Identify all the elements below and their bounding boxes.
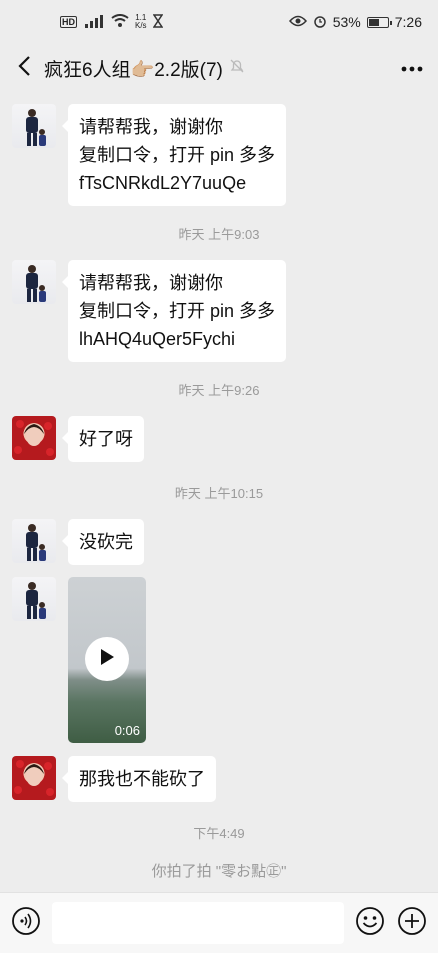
avatar-man[interactable] bbox=[12, 519, 56, 563]
message-bubble[interactable]: 好了呀 bbox=[62, 416, 144, 462]
more-button[interactable] bbox=[396, 54, 428, 82]
message-line: 请帮帮我，谢谢你 bbox=[79, 117, 223, 137]
message-line: 没砍完 bbox=[79, 532, 133, 552]
voice-icon bbox=[11, 906, 41, 941]
wifi-icon bbox=[111, 13, 129, 31]
chevron-left-icon bbox=[17, 55, 31, 82]
avatar-woman[interactable] bbox=[12, 416, 56, 460]
message-bubble[interactable]: 那我也不能砍了 bbox=[62, 756, 216, 802]
message-line: 请帮帮我，谢谢你 bbox=[79, 273, 223, 293]
message-line: lhAHQ4uQer5Fychi bbox=[79, 329, 236, 349]
message-line: 复制口令，打开 pin 多多 bbox=[79, 145, 276, 165]
timestamp: 下午4:49 bbox=[193, 826, 245, 841]
status-bar: HD 1.1 K/s 53% 7:26 bbox=[0, 0, 438, 44]
message-bubble[interactable]: 请帮帮我，谢谢你 复制口令，打开 pin 多多 lhAHQ4uQer5Fychi bbox=[61, 260, 287, 362]
hd-icon: HD bbox=[60, 16, 77, 28]
network-speed: 1.1 K/s bbox=[135, 14, 147, 30]
chat-title-text: 疯狂6人组👉🏼2.2版(7) bbox=[44, 59, 223, 81]
chat-area[interactable]: 请帮帮我，谢谢你 复制口令，打开 pin 多多 fTsCNRkdL2Y7uuQe… bbox=[0, 92, 438, 892]
video-duration: 0:06 bbox=[114, 723, 140, 738]
timestamp: 昨天 上午9:26 bbox=[178, 383, 260, 398]
avatar-man[interactable] bbox=[12, 577, 56, 621]
timestamp: 昨天 上午10:15 bbox=[174, 486, 264, 501]
voice-button[interactable] bbox=[10, 906, 42, 941]
input-bar bbox=[0, 892, 438, 953]
back-button[interactable] bbox=[10, 54, 38, 82]
message-line: 复制口令，打开 pin 多多 bbox=[79, 301, 276, 321]
message-input[interactable] bbox=[52, 902, 344, 944]
message-bubble[interactable]: 请帮帮我，谢谢你 复制口令，打开 pin 多多 fTsCNRkdL2Y7uuQe bbox=[61, 104, 287, 206]
plus-circle-icon bbox=[397, 906, 427, 941]
status-left: HD 1.1 K/s bbox=[60, 14, 163, 31]
message-line: fTsCNRkdL2Y7uuQe bbox=[79, 173, 247, 193]
speed-unit: K/s bbox=[135, 21, 147, 30]
chat-header: 疯狂6人组👉🏼2.2版(7) bbox=[0, 44, 438, 92]
battery-percent: 53% bbox=[332, 14, 361, 30]
avatar-man[interactable] bbox=[12, 104, 56, 148]
status-right: 53% 7:26 bbox=[288, 14, 422, 31]
eye-icon bbox=[288, 14, 307, 30]
system-message: 你拍了拍 "零お點㊣" bbox=[151, 863, 287, 880]
emoji-icon bbox=[355, 906, 385, 941]
play-icon bbox=[99, 648, 115, 671]
message-bubble[interactable]: 没砍完 bbox=[62, 519, 144, 565]
clock-time: 7:26 bbox=[394, 14, 422, 30]
video-message[interactable]: 0:06 bbox=[68, 577, 146, 743]
battery-icon bbox=[366, 16, 392, 28]
avatar-man[interactable] bbox=[12, 260, 56, 304]
alarm-icon bbox=[313, 14, 327, 31]
avatar-woman[interactable] bbox=[12, 756, 56, 800]
timestamp: 昨天 上午9:03 bbox=[178, 227, 260, 242]
chat-title: 疯狂6人组👉🏼2.2版(7) bbox=[44, 55, 245, 82]
emoji-button[interactable] bbox=[354, 906, 386, 941]
signal-icon bbox=[83, 14, 105, 31]
message-line: 好了呀 bbox=[79, 429, 133, 449]
bell-off-icon bbox=[229, 58, 245, 78]
hourglass-icon bbox=[152, 13, 163, 31]
play-button[interactable] bbox=[85, 637, 129, 681]
more-dots-icon bbox=[401, 59, 423, 77]
message-line: 那我也不能砍了 bbox=[79, 769, 205, 789]
add-button[interactable] bbox=[396, 906, 428, 941]
